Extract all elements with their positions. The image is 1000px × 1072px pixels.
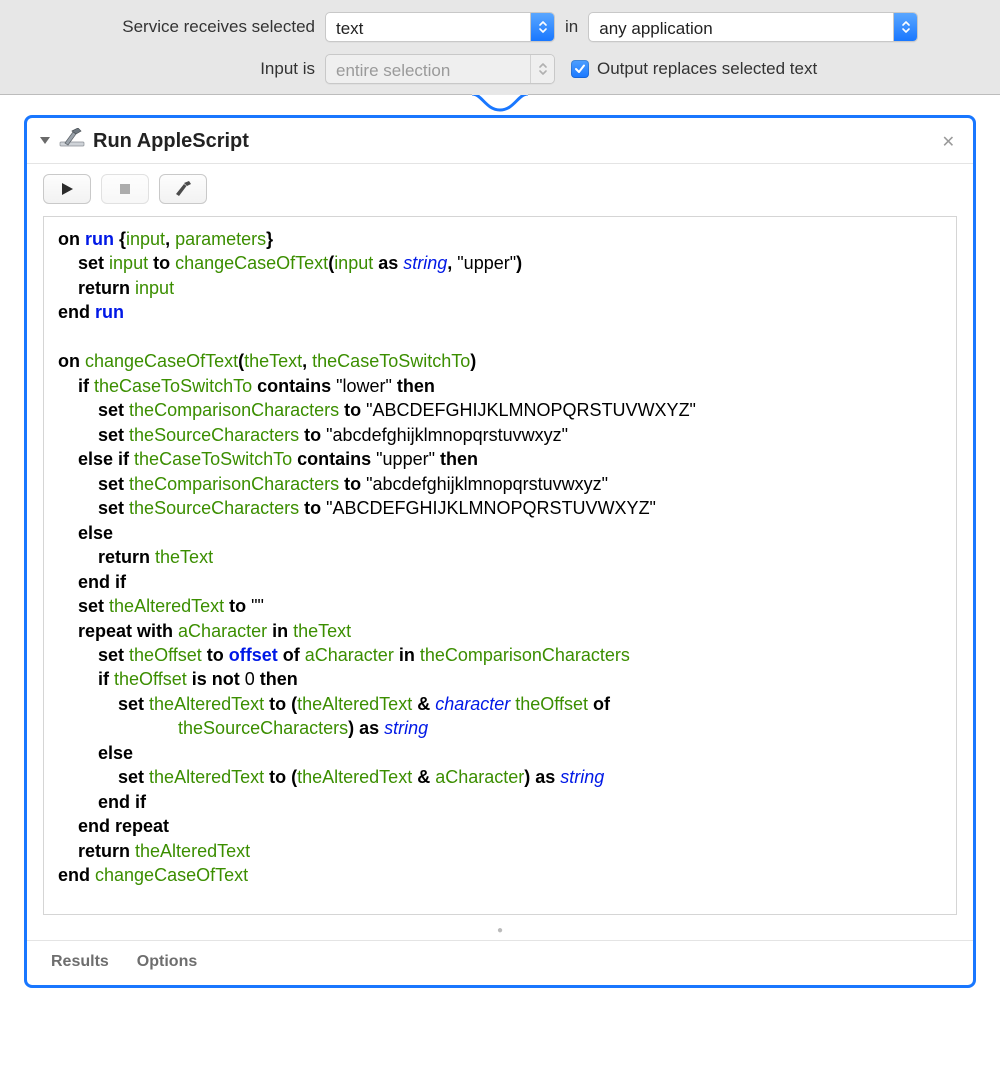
application-value: any application — [589, 13, 893, 41]
connector-notch — [0, 95, 1000, 115]
inputis-label: Input is — [20, 59, 315, 79]
resize-handle-icon[interactable]: ● — [27, 925, 973, 940]
input-scope-select: entire selection — [325, 54, 555, 84]
applescript-icon — [59, 128, 85, 155]
input-scope-value: entire selection — [326, 55, 530, 83]
select-caret-icon — [530, 55, 554, 83]
action-footer: Results Options — [27, 940, 973, 985]
checkbox-icon — [571, 60, 589, 78]
config-row-receives: Service receives selected text in any ap… — [20, 12, 980, 42]
select-caret-icon — [530, 13, 554, 41]
select-caret-icon — [893, 13, 917, 41]
action-header: Run AppleScript ✕ — [27, 118, 973, 164]
action-title: Run AppleScript — [93, 130, 936, 153]
options-tab[interactable]: Options — [137, 953, 197, 971]
disclosure-triangle-icon[interactable] — [39, 133, 51, 151]
script-editor[interactable]: on run {input, parameters} set input to … — [43, 216, 957, 915]
close-icon[interactable]: ✕ — [936, 130, 961, 154]
in-word: in — [565, 17, 578, 37]
input-type-value: text — [326, 13, 530, 41]
stop-button[interactable] — [101, 174, 149, 204]
receives-label: Service receives selected — [20, 17, 315, 37]
checkbox-label: Output replaces selected text — [597, 59, 817, 79]
input-type-select[interactable]: text — [325, 12, 555, 42]
service-config-bar: Service receives selected text in any ap… — [0, 0, 1000, 95]
compile-button[interactable] — [159, 174, 207, 204]
run-button[interactable] — [43, 174, 91, 204]
application-select[interactable]: any application — [588, 12, 918, 42]
config-row-inputis: Input is entire selection Output replace… — [20, 54, 980, 84]
run-applescript-action: Run AppleScript ✕ on run {input, paramet… — [24, 115, 976, 988]
output-replaces-checkbox-wrap[interactable]: Output replaces selected text — [571, 59, 817, 79]
script-toolbar — [27, 164, 973, 216]
results-tab[interactable]: Results — [51, 953, 109, 971]
